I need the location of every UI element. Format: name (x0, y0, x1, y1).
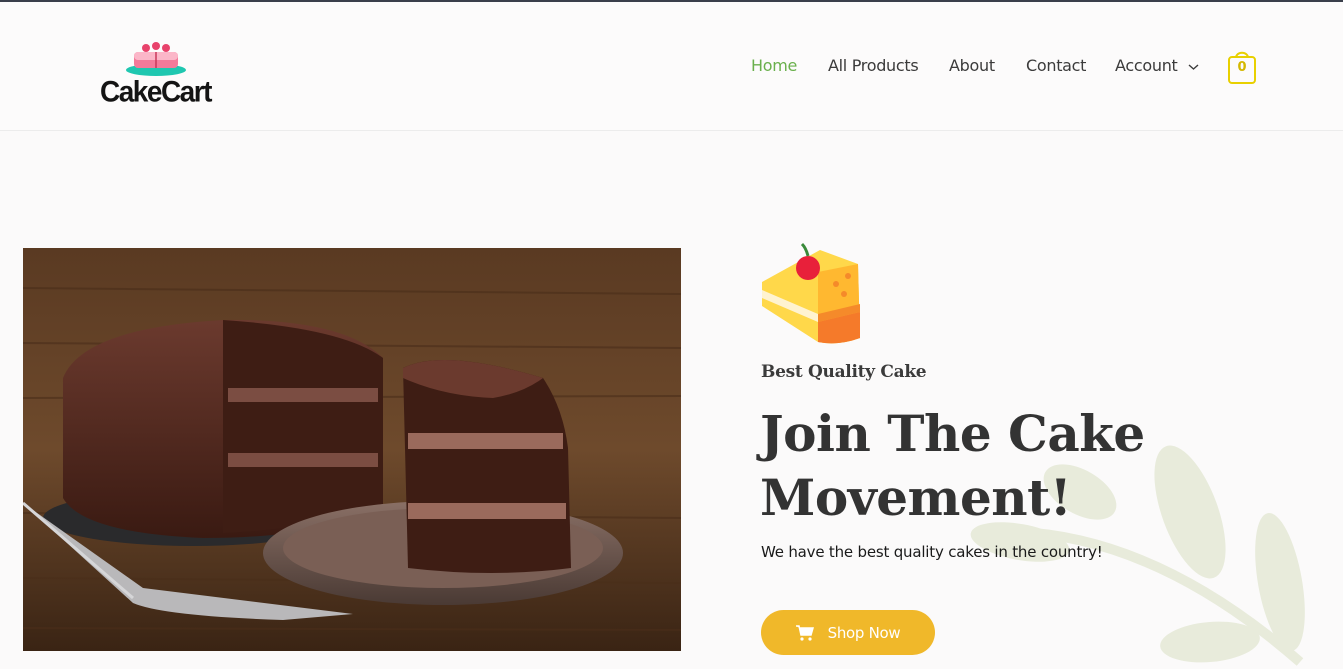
brand-name: CakeCart (100, 75, 212, 108)
hero-headline: Join The Cake Movement! (760, 404, 1145, 527)
nav-item-all-products[interactable]: All Products (828, 56, 919, 75)
hero-subtext: We have the best quality cakes in the co… (761, 543, 1103, 561)
hero-cake-image (23, 248, 681, 651)
shopping-cart-icon (795, 624, 814, 641)
nav-item-home[interactable]: Home (751, 56, 797, 75)
chevron-down-icon (1188, 63, 1199, 70)
brand-logo[interactable]: CakeCart (98, 36, 214, 110)
site-header: CakeCart Home All Products About Contact… (0, 2, 1343, 131)
cart-button[interactable]: 0 (1227, 49, 1257, 85)
nav-item-account[interactable]: Account (1115, 56, 1199, 75)
hero-eyebrow: Best Quality Cake (761, 362, 927, 382)
nav-item-contact[interactable]: Contact (1026, 56, 1086, 75)
cart-count: 0 (1237, 60, 1247, 75)
cake-slice-icon (762, 242, 860, 344)
nav-item-account-label: Account (1115, 56, 1178, 75)
nav-item-about[interactable]: About (949, 56, 995, 75)
shop-now-label: Shop Now (827, 623, 901, 642)
shop-now-button[interactable]: Shop Now (761, 610, 935, 655)
